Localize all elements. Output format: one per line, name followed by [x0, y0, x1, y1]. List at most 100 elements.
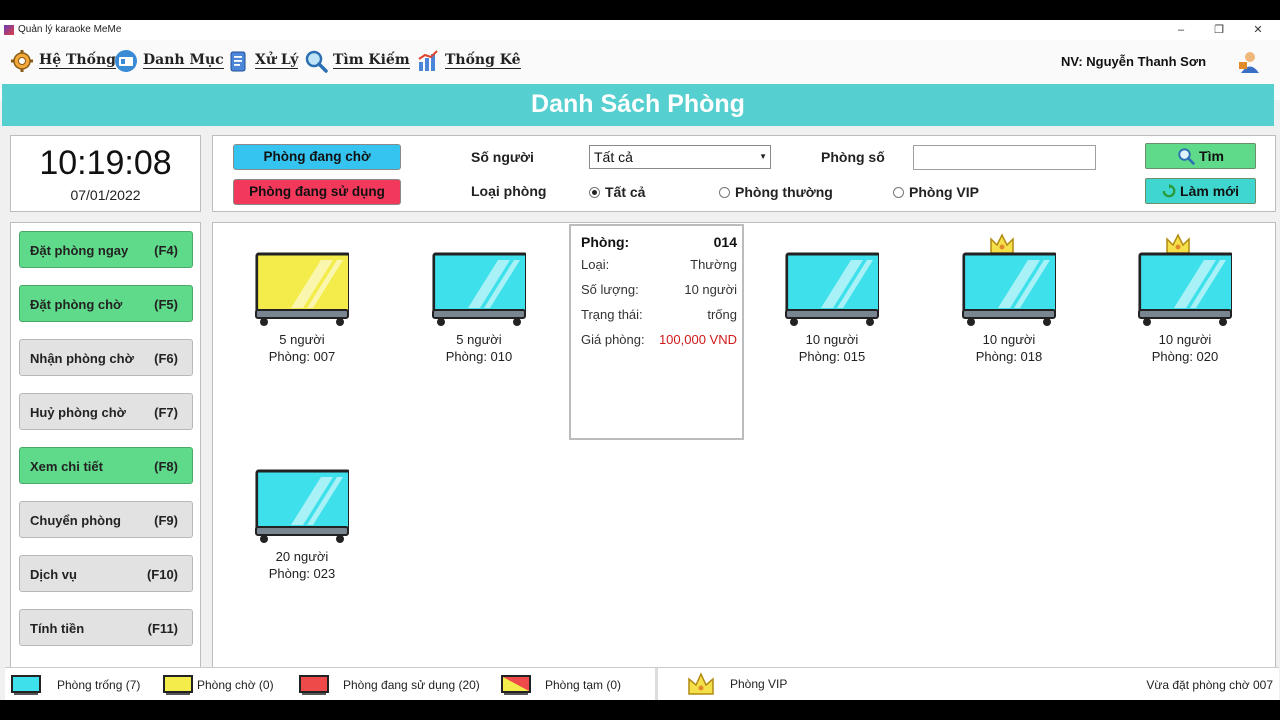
room-tv-icon [432, 252, 526, 326]
action-shortcut: (F5) [154, 297, 178, 312]
popup-capacity-value: 10 người [684, 282, 737, 297]
popup-price-label: Giá phòng: [581, 332, 645, 347]
room-card[interactable]: 5 người Phòng: 010 [419, 223, 539, 364]
radio-label: Tất cả [605, 184, 646, 200]
tv-wheel [1143, 318, 1151, 326]
popup-status-value: trống [707, 307, 737, 322]
search-button[interactable]: Tìm [1145, 143, 1256, 169]
menu-label: Hệ Thống [39, 52, 116, 69]
legend-empty-label: Phòng trống (7) [57, 678, 141, 692]
bar-chart-icon [418, 50, 438, 71]
action-shortcut: (F4) [154, 243, 178, 258]
book-waiting-button[interactable]: Đặt phòng chờ (F5) [19, 285, 193, 322]
room-people: 10 người [805, 332, 859, 347]
menu-thong-ke[interactable]: Thống Kê [416, 48, 521, 74]
action-sidebar: Đặt phòng ngay (F4) Đặt phòng chờ (F5) Nhậ… [10, 222, 201, 679]
menu-he-thong[interactable]: Hệ Thống [10, 48, 116, 74]
tv-waiting-icon [163, 675, 193, 695]
close-button[interactable]: ✕ [1243, 22, 1273, 38]
radio-dot [589, 186, 600, 198]
tv-wheel [260, 318, 268, 326]
room-caption: 20 người Phòng: 023 [242, 548, 362, 582]
room-card[interactable]: 20 người Phòng: 023 [242, 440, 362, 581]
room-caption: 10 người Phòng: 018 [949, 331, 1069, 365]
action-label: Xem chi tiết [30, 459, 103, 474]
room-number-input[interactable] [913, 145, 1096, 170]
room-caption: 10 người Phòng: 020 [1125, 331, 1245, 365]
action-shortcut: (F9) [154, 513, 178, 528]
room-number: Phòng: 007 [268, 349, 336, 364]
app-window: Quản lý karaoke MeMe – ❐ ✕ Hệ Thống Danh… [0, 20, 1280, 700]
tv-wheel [260, 535, 268, 543]
gear-icon [11, 50, 33, 72]
room-caption: 5 người Phòng: 007 [242, 331, 362, 365]
catalog-icon [115, 50, 137, 72]
app-icon [4, 25, 14, 35]
popup-type-row: Loại: Thường [581, 257, 737, 272]
menu-label: Xử Lý [255, 52, 299, 69]
user-icon[interactable] [1237, 50, 1261, 74]
legend-waiting-label: Phòng chờ (0) [197, 678, 274, 692]
book-now-button[interactable]: Đặt phòng ngay (F4) [19, 231, 193, 268]
room-card[interactable]: 5 người Phòng: 007 [242, 223, 362, 364]
room-tv-icon [785, 252, 879, 326]
people-select[interactable]: Tất cả ▼ [589, 145, 771, 169]
legend-in-use-label: Phòng đang sử dụng (20) [343, 678, 480, 692]
receive-waiting-button[interactable]: Nhận phòng chờ (F6) [19, 339, 193, 376]
minimize-button[interactable]: – [1166, 22, 1196, 38]
room-tv-icon [962, 252, 1056, 326]
people-label: Số người [471, 149, 534, 165]
menu-label: Tìm Kiếm [333, 52, 410, 69]
maximize-button[interactable]: ❐ [1204, 22, 1234, 38]
services-button[interactable]: Dịch vụ (F10) [19, 555, 193, 592]
room-people: 10 người [1158, 332, 1212, 347]
radio-type-all[interactable]: Tất cả [589, 184, 645, 200]
clock-time: 10:19:08 [39, 144, 172, 182]
radio-type-normal[interactable]: Phòng thường [719, 184, 833, 200]
radio-dot [719, 186, 730, 198]
menu-danh-muc[interactable]: Danh Mục [114, 48, 224, 74]
room-card[interactable]: 10 người Phòng: 015 [772, 223, 892, 364]
room-grid: 5 người Phòng: 007 5 người Phòng: 010 10… [212, 222, 1276, 679]
clock-panel: 10:19:08 07/01/2022 [10, 135, 201, 212]
popup-price-value: 100,000 VND [658, 332, 737, 347]
refresh-button[interactable]: Làm mới [1145, 178, 1256, 204]
clock-date: 07/01/2022 [70, 187, 141, 203]
in-use-rooms-button[interactable]: Phòng đang sử dụng [233, 179, 401, 205]
checkout-button[interactable]: Tính tiền (F11) [19, 609, 193, 646]
status-separator [655, 668, 658, 700]
transfer-room-button[interactable]: Chuyển phòng (F9) [19, 501, 193, 538]
radio-type-vip[interactable]: Phòng VIP [893, 184, 979, 200]
menu-tim-kiem[interactable]: Tìm Kiếm [304, 48, 410, 74]
popup-capacity-row: Số lượng: 10 người [581, 282, 737, 297]
tv-stand [1138, 309, 1232, 319]
room-tv-icon [255, 469, 349, 543]
waiting-rooms-button[interactable]: Phòng đang chờ [233, 144, 401, 170]
search-icon [1178, 148, 1195, 165]
popup-status-label: Trạng thái: [581, 307, 643, 322]
tv-stand [785, 309, 879, 319]
room-card[interactable]: 10 người Phòng: 018 [949, 223, 1069, 364]
action-label: Nhận phòng chờ [30, 351, 134, 366]
action-shortcut: (F11) [147, 621, 178, 636]
legend-temp: Phòng tạm (0) [501, 675, 621, 695]
tv-wheel [967, 318, 975, 326]
room-number: Phòng: 020 [1151, 349, 1219, 364]
action-label: Tính tiền [30, 621, 85, 636]
popup-status-row: Trạng thái: trống [581, 307, 737, 322]
tv-stand [255, 526, 349, 536]
view-detail-button[interactable]: Xem chi tiết (F8) [19, 447, 193, 484]
room-number: Phòng: 018 [975, 349, 1043, 364]
people-select-value: Tất cả [594, 149, 633, 165]
legend-waiting: Phòng chờ (0) [163, 675, 274, 695]
tv-wheel [437, 318, 445, 326]
action-shortcut: (F6) [154, 351, 178, 366]
menu-xu-ly[interactable]: Xử Lý [226, 48, 299, 74]
cancel-waiting-button[interactable]: Huỷ phòng chờ (F7) [19, 393, 193, 430]
tv-temp-icon [501, 675, 531, 695]
action-shortcut: (F7) [154, 405, 178, 420]
tv-wheel [866, 318, 874, 326]
menu-label: Thống Kê [445, 52, 521, 69]
room-card[interactable]: 10 người Phòng: 020 [1125, 223, 1245, 364]
legend-temp-label: Phòng tạm (0) [545, 678, 622, 692]
